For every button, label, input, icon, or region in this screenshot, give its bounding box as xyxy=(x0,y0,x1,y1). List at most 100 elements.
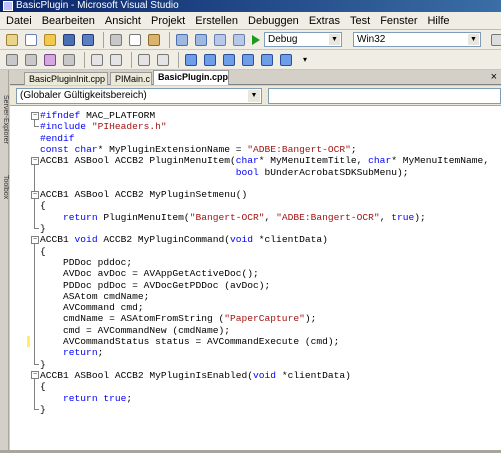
code-line[interactable]: bool bUnderAcrobatSDKSubMenu); xyxy=(40,167,409,178)
code-line[interactable]: } xyxy=(40,223,46,234)
fold-toggle-icon[interactable]: − xyxy=(31,190,39,199)
new-project-icon[interactable] xyxy=(4,32,20,48)
find-in-files-icon[interactable] xyxy=(489,32,501,48)
code-line[interactable]: { xyxy=(40,200,46,211)
add-item-icon[interactable] xyxy=(23,32,39,48)
standard-toolbar: Debug ▼ Win32 ▼ xyxy=(0,30,501,50)
menu-fenster[interactable]: Fenster xyxy=(376,12,423,30)
toggle-bookmark-icon[interactable] xyxy=(183,52,199,68)
chevron-down-icon[interactable]: ▼ xyxy=(248,90,260,102)
code-line[interactable]: { xyxy=(40,246,46,257)
next-bookmark-icon[interactable] xyxy=(221,52,237,68)
quick-info-icon[interactable] xyxy=(42,52,58,68)
menu-test[interactable]: Test xyxy=(346,12,376,30)
paste-icon[interactable] xyxy=(146,32,162,48)
fold-guide xyxy=(34,243,35,365)
solution-config-select[interactable]: Debug ▼ xyxy=(264,32,342,47)
member-select[interactable] xyxy=(268,88,501,104)
parameter-info-icon[interactable] xyxy=(23,52,39,68)
next-bookmark-folder-icon[interactable] xyxy=(259,52,275,68)
navigation-bar: (Globaler Gültigkeitsbereich) ▼ xyxy=(10,86,501,106)
menu-ansicht[interactable]: Ansicht xyxy=(101,12,147,30)
previous-bookmark-icon[interactable] xyxy=(202,52,218,68)
document-tab-strip: BasicPluginInit.cpp PIMain.c BasicPlugin… xyxy=(10,70,501,85)
code-line[interactable]: ACCB1 ASBool ACCB2 MyPluginSetmenu() xyxy=(40,189,247,200)
code-line[interactable]: ACCB1 void ACCB2 MyPluginCommand(void *c… xyxy=(40,234,328,245)
menu-bearbeiten[interactable]: Bearbeiten xyxy=(38,12,101,30)
code-line[interactable]: return true; xyxy=(40,393,132,404)
tab-basicplugininit[interactable]: BasicPluginInit.cpp xyxy=(24,72,108,85)
code-line[interactable]: } xyxy=(40,404,46,415)
close-icon[interactable]: × xyxy=(491,71,497,83)
code-line[interactable]: ACCB1 ASBool ACCB2 MyPluginIsEnabled(voi… xyxy=(40,370,351,381)
toolbar-separator xyxy=(84,51,85,68)
clear-bookmarks-icon[interactable] xyxy=(278,52,294,68)
chevron-down-icon[interactable]: ▼ xyxy=(329,34,340,45)
code-line[interactable]: AVCommandStatus status = AVCommandExecut… xyxy=(40,336,339,347)
member-list-icon[interactable] xyxy=(4,52,20,68)
save-icon[interactable] xyxy=(61,32,77,48)
code-line[interactable]: #include "PIHeaders.h" xyxy=(40,121,167,132)
menu-hilfe[interactable]: Hilfe xyxy=(423,12,455,30)
fold-guide xyxy=(34,198,35,229)
solution-platform-value: Win32 xyxy=(357,34,386,45)
prev-bookmark-folder-icon[interactable] xyxy=(240,52,256,68)
side-tab-server-explorer[interactable]: Server-Explorer xyxy=(0,80,9,160)
code-line[interactable]: return; xyxy=(40,347,103,358)
menu-projekt[interactable]: Projekt xyxy=(147,12,191,30)
text-editor-toolbar: ▾ xyxy=(0,50,501,70)
uncomment-icon[interactable] xyxy=(155,52,171,68)
navigate-back-icon[interactable] xyxy=(212,32,228,48)
undo-icon[interactable] xyxy=(174,32,190,48)
change-indicator xyxy=(27,336,30,348)
side-tab-toolbox[interactable]: Toolbox xyxy=(0,162,9,212)
code-line[interactable]: ASAtom cmdName; xyxy=(40,291,149,302)
save-all-icon[interactable] xyxy=(80,32,96,48)
fold-end-mark xyxy=(34,228,39,229)
solution-platform-select[interactable]: Win32 ▼ xyxy=(353,32,481,47)
menu-bar: Datei Bearbeiten Ansicht Projekt Erstellen De… xyxy=(0,12,501,30)
fold-guide xyxy=(34,379,35,410)
comment-out-icon[interactable] xyxy=(136,52,152,68)
increase-indent-icon[interactable] xyxy=(108,52,124,68)
decrease-indent-icon[interactable] xyxy=(89,52,105,68)
toolbar-separator xyxy=(103,31,104,48)
code-line[interactable]: PDDoc pdDoc = AVDocGetPDDoc (avDoc); xyxy=(40,280,270,291)
code-line[interactable]: { xyxy=(40,381,46,392)
fold-toggle-icon[interactable]: − xyxy=(31,111,39,120)
code-line[interactable]: cmdName = ASAtomFromString ("PaperCaptur… xyxy=(40,313,316,324)
code-editor[interactable]: #ifndef MAC_PLATFORM #include "PIHeaders.… xyxy=(10,106,501,450)
fold-toggle-icon[interactable]: − xyxy=(31,235,39,244)
fold-toggle-icon[interactable]: − xyxy=(31,156,39,165)
tab-basicplugin[interactable]: BasicPlugin.cpp* xyxy=(153,70,229,85)
menu-erstellen[interactable]: Erstellen xyxy=(191,12,244,30)
code-line[interactable]: const char* MyPluginExtensionName = "ADB… xyxy=(40,144,357,155)
code-line[interactable]: cmd = AVCommandNew (cmdName); xyxy=(40,325,230,336)
code-line[interactable]: PDDoc pddoc; xyxy=(40,257,132,268)
code-line[interactable]: AVCommand cmd; xyxy=(40,302,144,313)
toolbar-options-icon[interactable]: ▾ xyxy=(297,52,313,68)
menu-extras[interactable]: Extras xyxy=(305,12,346,30)
code-line[interactable]: #ifndef MAC_PLATFORM xyxy=(40,110,155,121)
code-line[interactable]: } xyxy=(40,359,46,370)
cut-icon[interactable] xyxy=(108,32,124,48)
code-line[interactable]: AVDoc avDoc = AVAppGetActiveDoc(); xyxy=(40,268,259,279)
copy-icon[interactable] xyxy=(127,32,143,48)
code-line[interactable]: #endif xyxy=(40,133,75,144)
chevron-down-icon[interactable]: ▼ xyxy=(468,34,479,45)
complete-word-icon[interactable] xyxy=(61,52,77,68)
tab-pimain[interactable]: PIMain.c xyxy=(110,72,152,85)
open-folder-icon[interactable] xyxy=(42,32,58,48)
code-line[interactable]: return PluginMenuItem("Bangert-OCR", "AD… xyxy=(40,212,426,223)
navigate-forward-icon[interactable] xyxy=(231,32,247,48)
scope-select[interactable]: (Globaler Gültigkeitsbereich) ▼ xyxy=(16,88,262,104)
indicator-margin xyxy=(10,106,30,450)
scope-value: (Globaler Gültigkeitsbereich) xyxy=(20,90,147,101)
window-title: BasicPlugin - Microsoft Visual Studio xyxy=(16,0,179,11)
menu-debuggen[interactable]: Debuggen xyxy=(244,12,305,30)
redo-icon[interactable] xyxy=(193,32,209,48)
fold-toggle-icon[interactable]: − xyxy=(31,371,39,380)
menu-datei[interactable]: Datei xyxy=(2,12,38,30)
start-debugging-icon[interactable] xyxy=(252,34,260,45)
code-line[interactable]: ACCB1 ASBool ACCB2 PluginMenuItem(char* … xyxy=(40,155,489,166)
